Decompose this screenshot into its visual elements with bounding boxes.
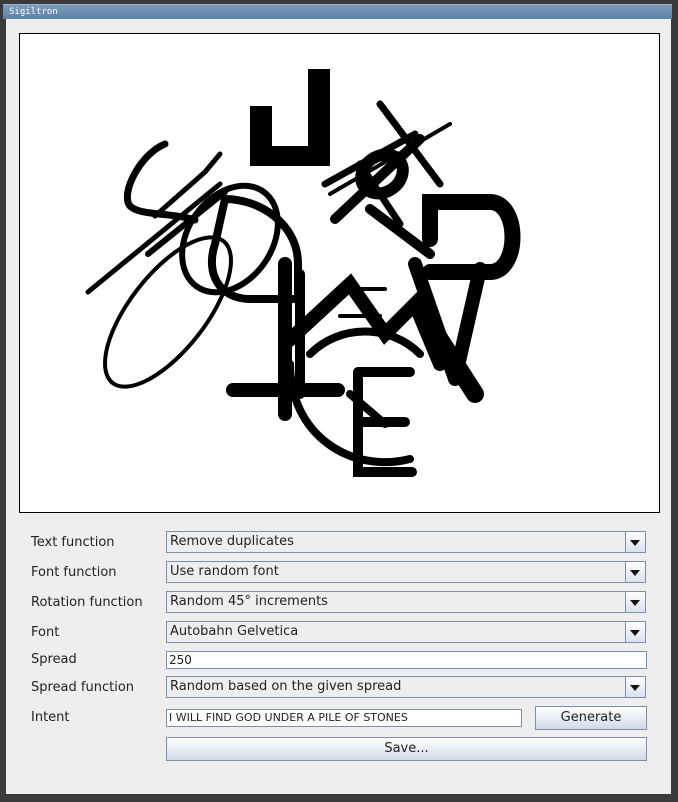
app-window: Sigiltron Text function Remove duplicate… (0, 0, 678, 802)
glyph-p (422, 194, 521, 280)
chevron-down-icon[interactable] (625, 677, 645, 697)
glyph-j (250, 69, 330, 166)
sigil-drawing (85, 69, 521, 477)
chevron-down-icon[interactable] (625, 592, 645, 612)
font-value: Autobahn Gelvetica (170, 624, 299, 639)
chevron-down-icon[interactable] (625, 622, 645, 642)
intent-input[interactable]: I WILL FIND GOD UNDER A PILE OF STONES (166, 709, 522, 727)
rotation-function-label: Rotation function (31, 595, 143, 610)
text-function-select[interactable]: Remove duplicates (166, 531, 646, 553)
glyph-c-arc-top (306, 327, 424, 358)
font-function-select[interactable]: Use random font (166, 561, 646, 583)
main-panel: Text function Remove duplicates Font fun… (6, 19, 671, 794)
font-function-label: Font function (31, 565, 117, 580)
spread-label: Spread (31, 652, 77, 667)
rotation-function-select[interactable]: Random 45° increments (166, 591, 646, 613)
font-select[interactable]: Autobahn Gelvetica (166, 621, 646, 643)
title-bar[interactable]: Sigiltron (3, 4, 672, 19)
font-function-value: Use random font (170, 564, 279, 579)
intent-label: Intent (31, 710, 70, 725)
text-function-label: Text function (31, 535, 115, 550)
glyph-c-arc (286, 360, 414, 467)
sigil-canvas (19, 33, 660, 513)
generate-button[interactable]: Generate (535, 706, 647, 730)
rotation-function-value: Random 45° increments (170, 594, 328, 609)
spread-function-label: Spread function (31, 680, 135, 695)
spread-function-select[interactable]: Random based on the given spread (166, 676, 646, 698)
spread-input[interactable]: 250 (166, 651, 647, 669)
font-label: Font (31, 625, 60, 640)
save-button[interactable]: Save... (166, 737, 647, 761)
chevron-down-icon[interactable] (625, 562, 645, 582)
glyph-outline-ellipse (103, 235, 233, 389)
spread-function-value: Random based on the given spread (170, 679, 402, 694)
window-title: Sigiltron (9, 7, 58, 17)
text-function-value: Remove duplicates (170, 534, 294, 549)
chevron-down-icon[interactable] (625, 532, 645, 552)
